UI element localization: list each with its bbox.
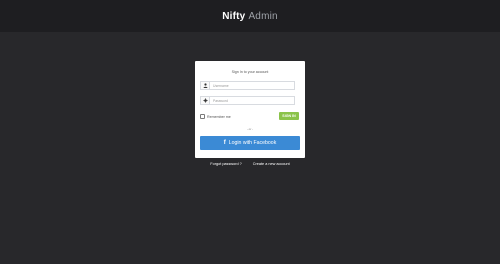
login-title: Sign In to your account xyxy=(231,70,269,74)
remember-checkbox[interactable] xyxy=(200,114,205,119)
brand-logo: Nifty Admin xyxy=(222,11,278,22)
user-icon xyxy=(200,81,209,90)
key-icon xyxy=(200,96,209,105)
account-links: Forgot password ? Create a new account xyxy=(0,162,500,166)
top-bar: Nifty Admin xyxy=(0,0,500,32)
username-group xyxy=(200,81,295,90)
password-input[interactable] xyxy=(209,96,295,105)
login-page: Nifty Admin Sign In to your account User… xyxy=(0,0,500,264)
forgot-password-link[interactable]: Forgot password ? xyxy=(210,162,241,166)
brand-name-light: Admin xyxy=(248,10,278,22)
facebook-button-label: Login with Facebook xyxy=(228,140,277,146)
sign-in-button[interactable]: SIGN IN xyxy=(279,112,299,120)
brand-name-bold: Nifty xyxy=(222,10,246,22)
username-input[interactable] xyxy=(209,81,295,90)
remember-label: Remember me xyxy=(207,114,231,119)
facebook-icon: f xyxy=(223,140,226,146)
facebook-login-button[interactable]: f Login with Facebook xyxy=(200,136,300,150)
create-account-link[interactable]: Create a new account xyxy=(253,162,290,166)
or-divider: - or - xyxy=(246,127,254,131)
password-group xyxy=(200,96,295,105)
remember-me[interactable]: Remember me xyxy=(200,114,231,119)
